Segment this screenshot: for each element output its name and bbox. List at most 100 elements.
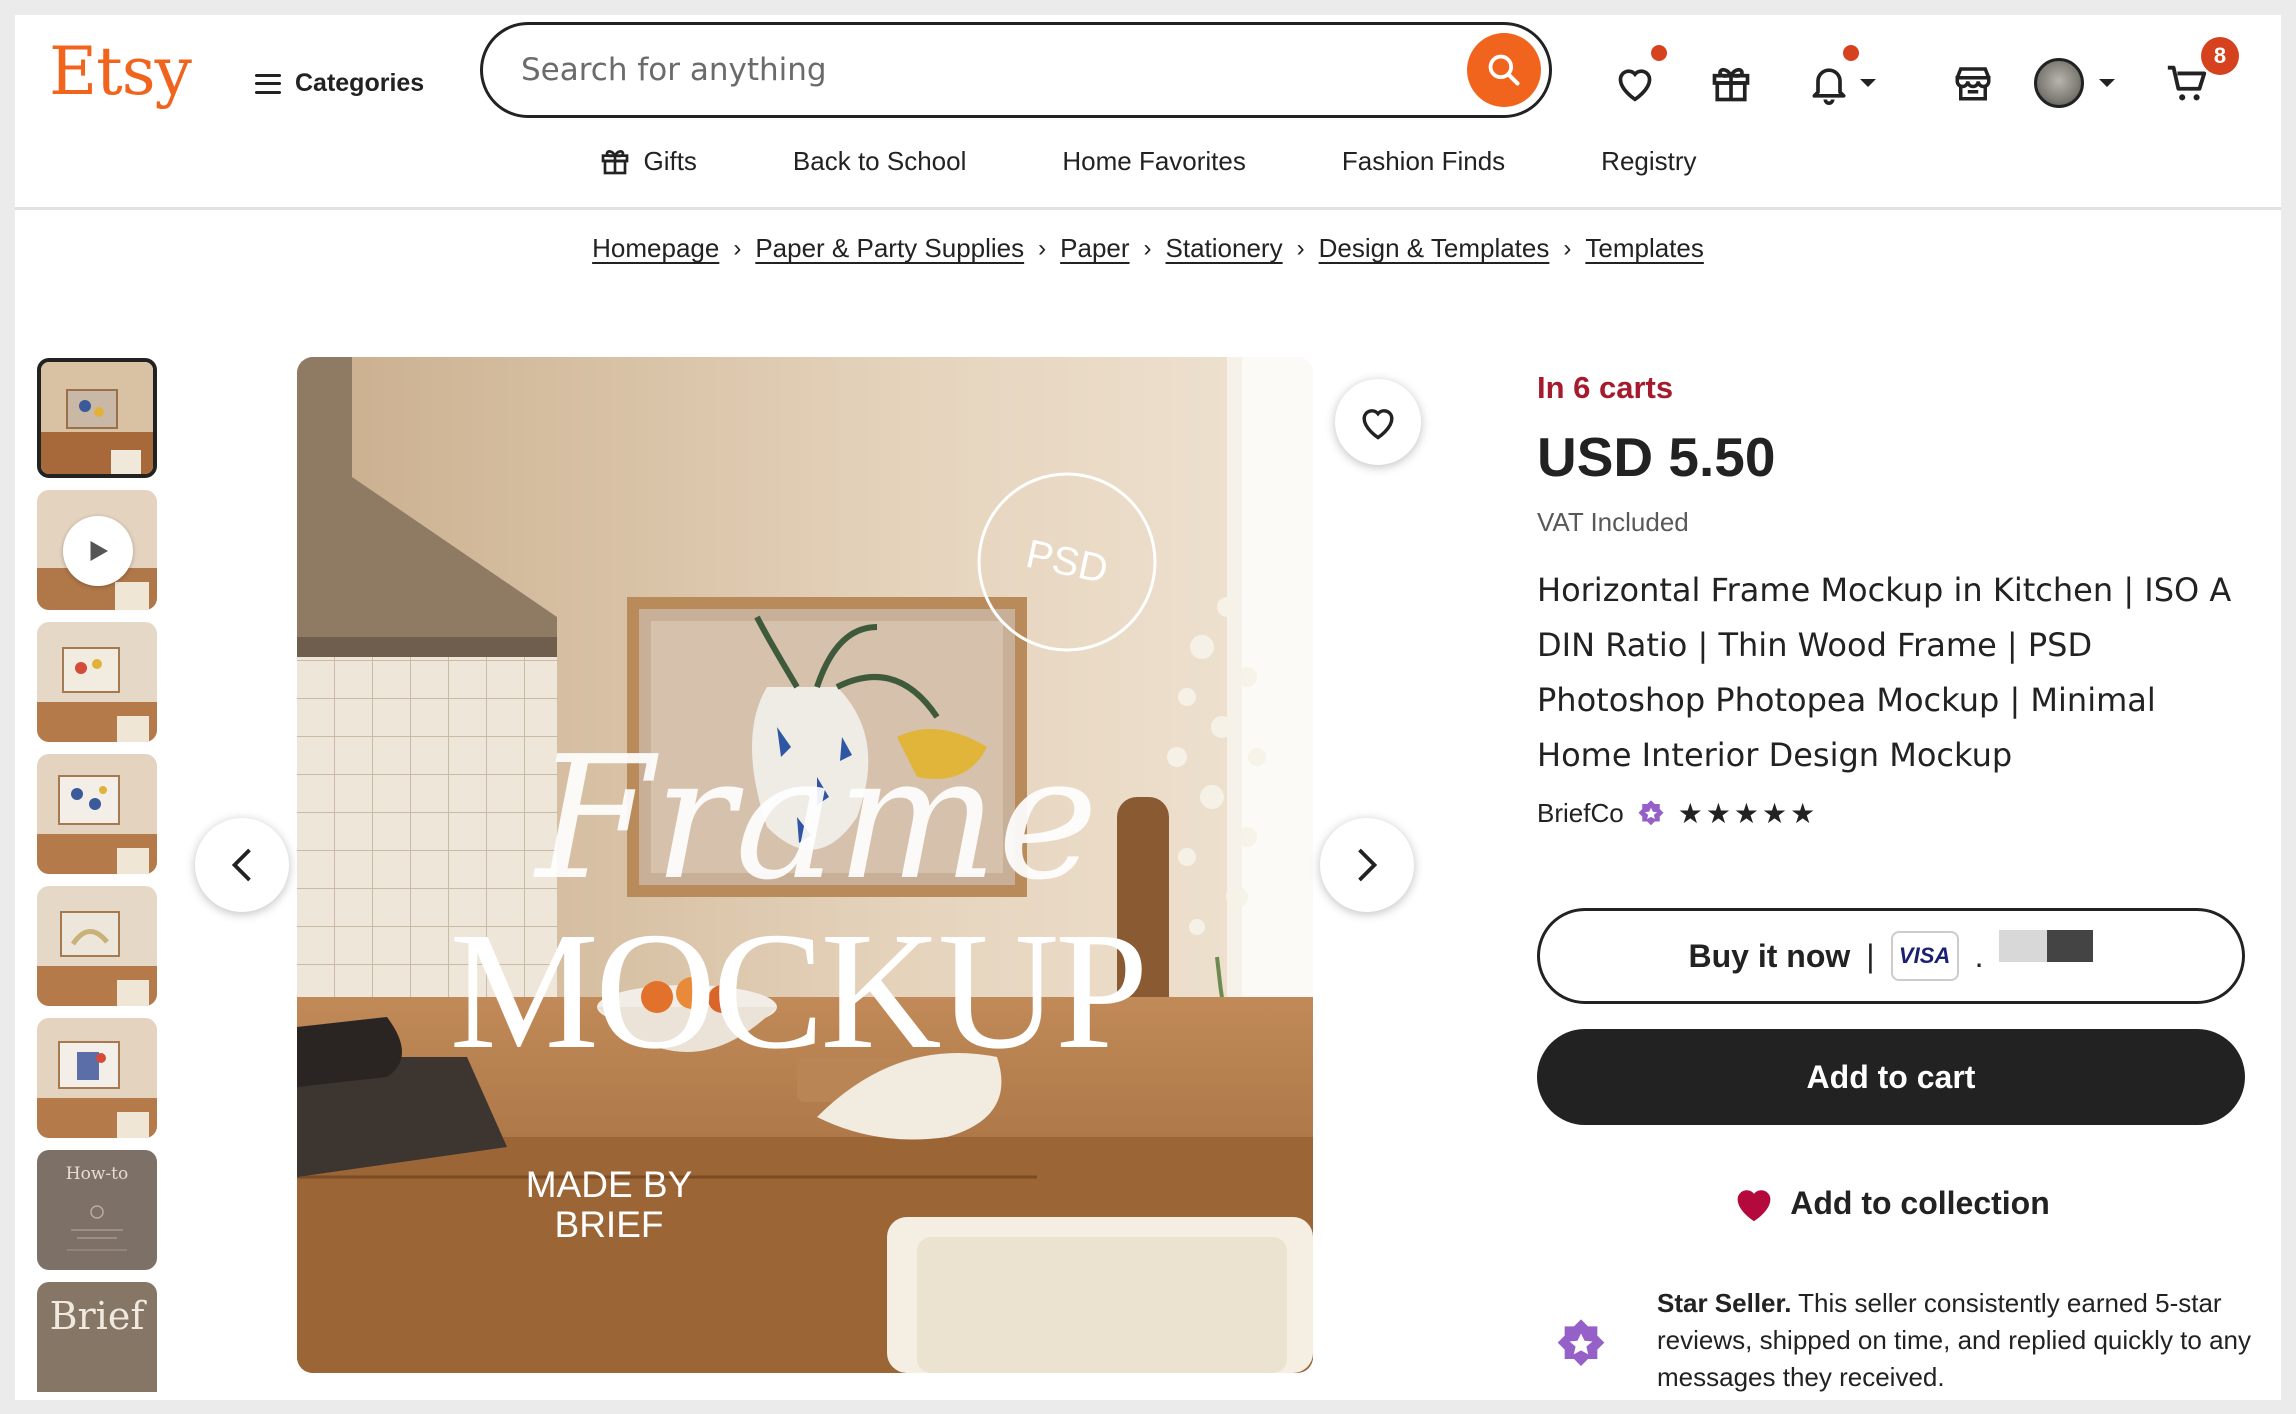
favorites-button[interactable] <box>1607 45 1667 111</box>
star-icon: ★ <box>1790 798 1817 829</box>
breadcrumb-separator: › <box>1563 234 1572 262</box>
thumbnail-image <box>37 886 157 1006</box>
notifications-button[interactable] <box>1797 45 1887 111</box>
gift-icon <box>1712 67 1750 102</box>
star-icon: ★ <box>1733 798 1761 829</box>
overlay-made-by-text-line2: BRIEF <box>555 1204 664 1245</box>
thumbnail-3[interactable] <box>37 622 157 742</box>
thumbnail-1[interactable] <box>37 358 157 478</box>
thumbnail-8[interactable]: Brief <box>37 1282 157 1392</box>
star-seller-title: Star Seller. <box>1657 1288 1792 1318</box>
breadcrumb: Homepage › Paper & Party Supplies › Pape… <box>15 233 2281 264</box>
categories-menu-button[interactable]: Categories <box>255 69 424 98</box>
masked-card-number <box>1999 930 2094 962</box>
star-icon: ★ <box>1705 798 1732 829</box>
nav-gifts[interactable]: Gifts <box>599 145 697 177</box>
heart-icon <box>1737 1190 1771 1222</box>
play-icon <box>90 541 108 561</box>
search-bar <box>480 22 1552 118</box>
heart-icon <box>1362 409 1394 440</box>
nav-registry[interactable]: Registry <box>1601 145 1696 177</box>
nav-fashion-finds[interactable]: Fashion Finds <box>1342 145 1505 177</box>
rating-stars: ★ ★ ★ ★ ★ <box>1678 797 1817 830</box>
bell-icon <box>1812 68 1846 105</box>
search-button[interactable] <box>1467 33 1541 107</box>
thumbnail-image <box>37 622 157 742</box>
star-seller-icon <box>1557 1319 1605 1366</box>
previous-image-button[interactable] <box>195 818 289 912</box>
shop-manager-button[interactable] <box>1945 55 2001 111</box>
categories-label: Categories <box>295 69 425 97</box>
star-icon: ★ <box>1677 798 1704 829</box>
thumbnail-5[interactable] <box>37 886 157 1006</box>
thumbnail-decoration <box>67 1205 127 1251</box>
favorite-listing-button[interactable] <box>1335 379 1421 465</box>
add-to-collection-button[interactable]: Add to collection <box>1537 1183 2245 1223</box>
thumbnail-4[interactable] <box>37 754 157 874</box>
overlay-mockup-text: MOCKUP <box>450 898 1145 1084</box>
sub-navigation: Gifts Back to School Home Favorites Fash… <box>15 145 2281 177</box>
breadcrumb-paper[interactable]: Paper <box>1060 233 1129 264</box>
gift-mode-button[interactable] <box>1703 55 1759 111</box>
shop-info: BriefCo ★ ★ ★ ★ ★ <box>1537 797 1816 830</box>
in-carts-notice: In 6 carts <box>1537 370 1674 405</box>
thumbnail-6[interactable] <box>37 1018 157 1138</box>
chevron-down-icon <box>1860 79 1876 87</box>
account-menu-button[interactable] <box>2027 55 2123 111</box>
search-icon <box>1488 54 1520 86</box>
favorites-heart-icon <box>1618 69 1652 102</box>
cart-count-badge: 8 <box>2201 37 2239 75</box>
breadcrumb-separator: › <box>733 234 742 262</box>
nav-gifts-label: Gifts <box>643 145 697 176</box>
thumbnail-7[interactable]: How-to <box>37 1150 157 1270</box>
listing-main-image[interactable]: PSD Frame MOCKUP MADE BY BRIEF <box>297 357 1313 1373</box>
separator-dot: . <box>1974 937 1984 974</box>
shop-icon <box>1955 67 1991 101</box>
etsy-listing-page: Etsy Categories 8 Gifts <box>15 15 2281 1400</box>
notifications-dot <box>1843 45 1859 61</box>
visa-card-icon: VISA <box>1890 931 1959 981</box>
breadcrumb-separator: › <box>1296 234 1305 262</box>
listing-title: Horizontal Frame Mockup in Kitchen | ISO… <box>1537 571 2232 774</box>
breadcrumb-separator: › <box>1143 234 1152 262</box>
overlay-made-by-text-line1: MADE BY <box>526 1164 693 1205</box>
favorites-notification-dot <box>1651 45 1667 61</box>
chevron-left-icon <box>231 848 251 882</box>
thumbnail-image <box>37 754 157 874</box>
listing-price: USD 5.50 <box>1537 426 1776 488</box>
breadcrumb-homepage[interactable]: Homepage <box>592 233 719 264</box>
add-to-cart-button[interactable]: Add to cart <box>1537 1029 2245 1125</box>
star-seller-icon <box>1638 799 1664 825</box>
search-input[interactable] <box>521 52 1421 88</box>
star-seller-description: Star Seller. This seller consistently ea… <box>1657 1285 2257 1396</box>
breadcrumb-stationery[interactable]: Stationery <box>1166 233 1283 264</box>
breadcrumb-paper-party-supplies[interactable]: Paper & Party Supplies <box>755 233 1024 264</box>
play-button[interactable] <box>63 516 133 586</box>
breadcrumb-design-templates[interactable]: Design & Templates <box>1319 233 1550 264</box>
etsy-logo[interactable]: Etsy <box>49 33 192 110</box>
kitchen-mockup-illustration: PSD Frame MOCKUP MADE BY BRIEF <box>297 357 1313 1373</box>
overlay-script-text: Frame <box>533 720 1098 918</box>
buy-it-now-button[interactable]: Buy it now | VISA . <box>1537 908 2245 1004</box>
next-image-button[interactable] <box>1320 818 1414 912</box>
header-divider <box>15 207 2281 210</box>
nav-home-favorites[interactable]: Home Favorites <box>1062 145 1246 177</box>
thumbnail-brief-text: Brief <box>49 1294 145 1338</box>
avatar <box>2034 58 2084 108</box>
add-to-collection-label: Add to collection <box>1790 1184 2050 1221</box>
breadcrumb-templates[interactable]: Templates <box>1585 233 1704 264</box>
buy-it-now-label: Buy it now <box>1688 937 1851 974</box>
gift-icon <box>602 150 629 175</box>
thumbnail-image <box>41 362 153 474</box>
thumbnail-video[interactable] <box>37 490 157 610</box>
separator: | <box>1866 937 1875 974</box>
chevron-down-icon <box>2099 79 2115 87</box>
vat-notice: VAT Included <box>1537 507 1689 537</box>
chevron-right-icon <box>1358 848 1378 882</box>
thumbnail-image <box>37 1018 157 1138</box>
breadcrumb-separator: › <box>1038 234 1047 262</box>
star-icon: ★ <box>1762 798 1789 829</box>
hamburger-icon <box>255 73 281 94</box>
shop-name-link[interactable]: BriefCo <box>1537 798 1624 829</box>
nav-back-to-school[interactable]: Back to School <box>793 145 966 177</box>
